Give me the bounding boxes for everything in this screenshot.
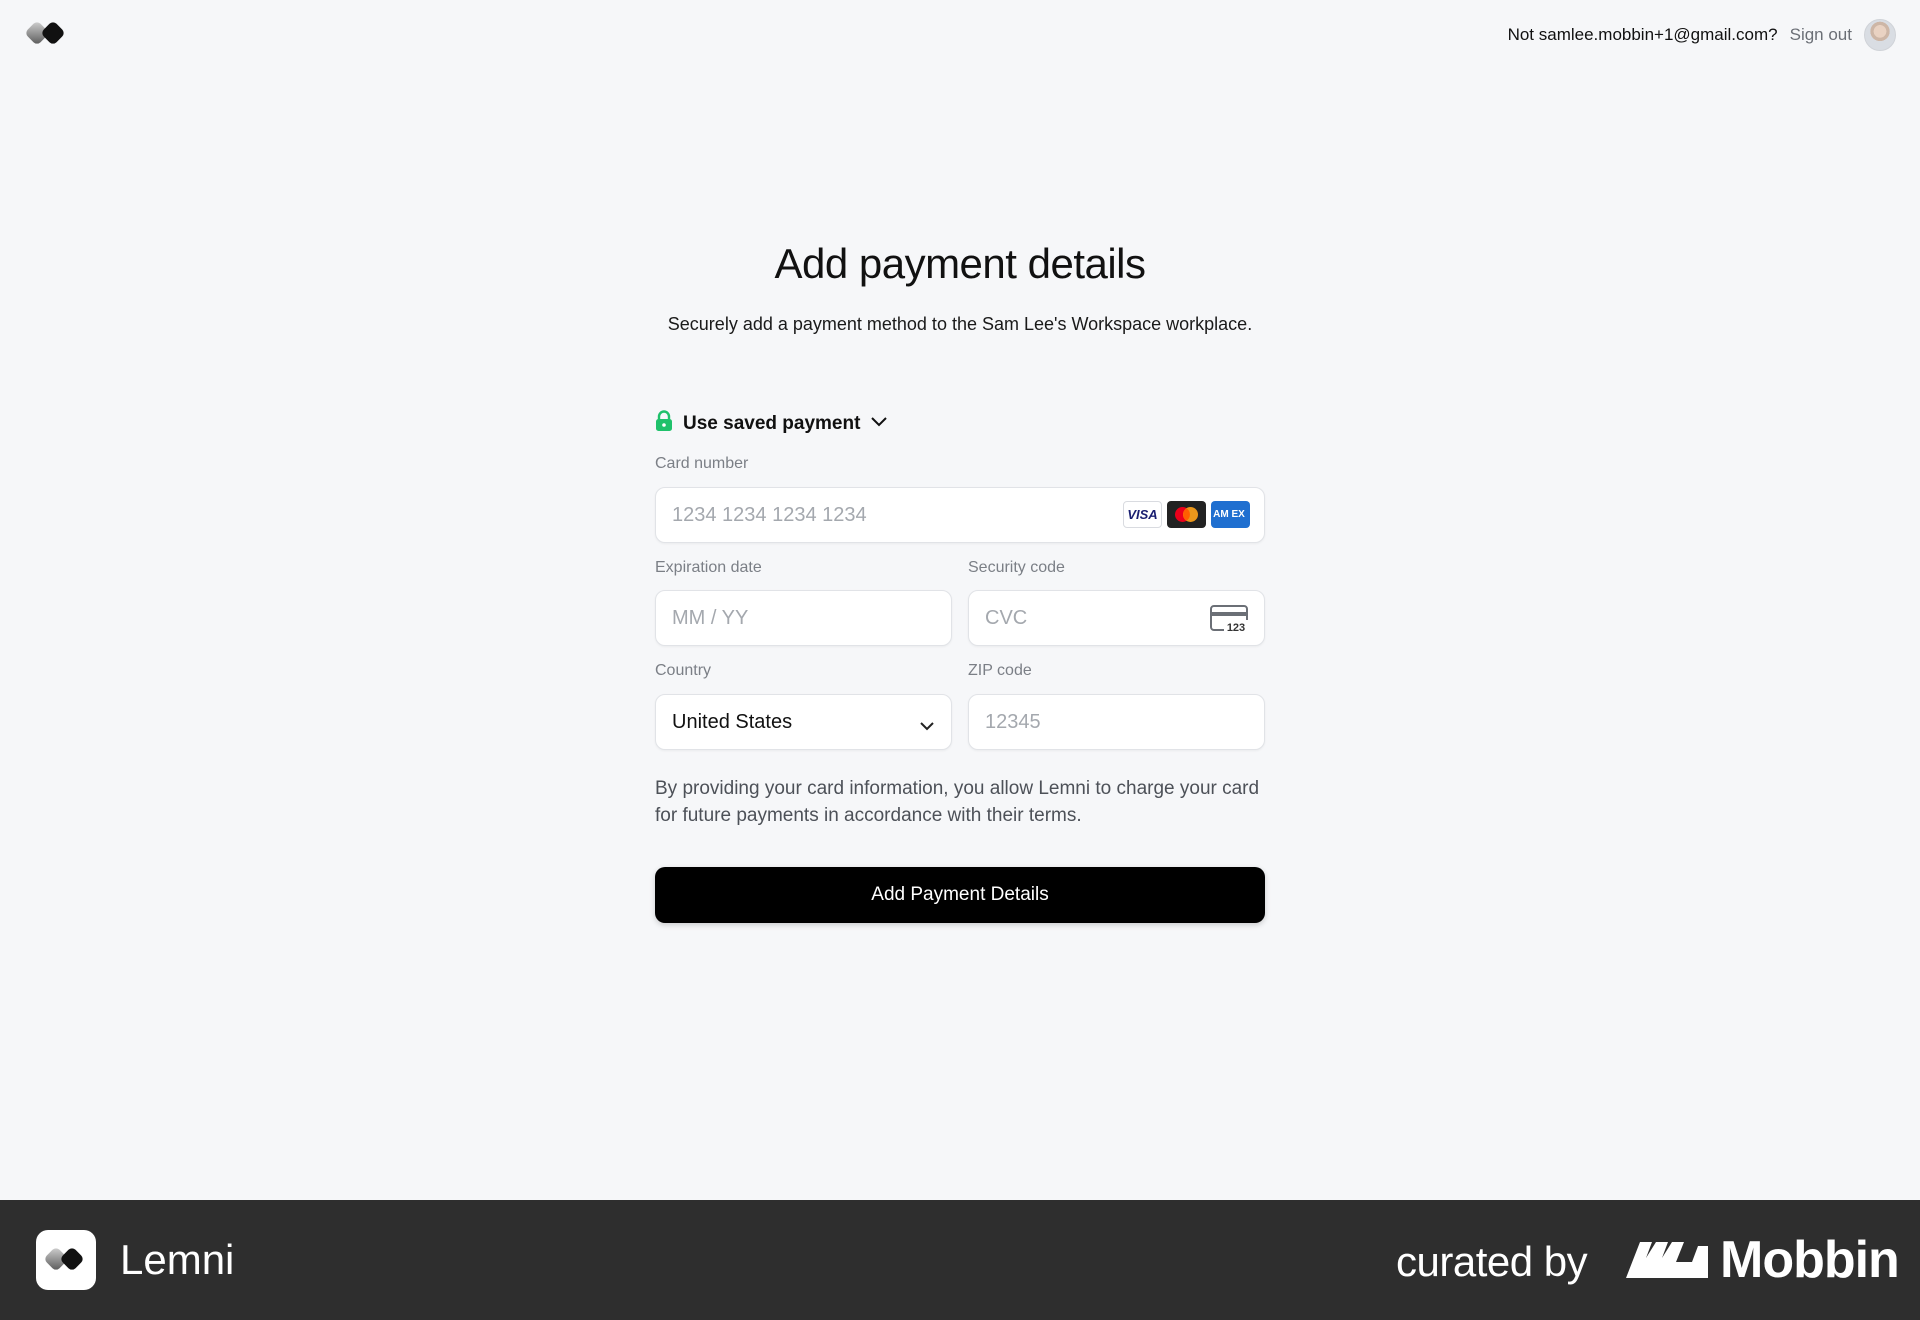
expiration-placeholder: MM / YY <box>672 606 749 629</box>
security-code-label: Security code <box>968 559 1065 576</box>
country-label: Country <box>655 662 712 679</box>
lemni-app-icon <box>36 1230 96 1290</box>
avatar[interactable] <box>1864 19 1896 51</box>
cvc-card-icon: 123 <box>1210 604 1250 640</box>
use-saved-payment-label: Use saved payment <box>683 412 861 434</box>
security-code-input[interactable]: CVC 123 <box>968 590 1265 646</box>
page-subtitle: Securely add a payment method to the Sam… <box>667 314 1253 334</box>
zip-code-input[interactable]: 12345 <box>968 694 1265 750</box>
footer-banner: Lemni curated by Mobbin <box>0 1200 1920 1320</box>
lemni-logo-icon[interactable] <box>24 18 70 50</box>
zip-code-label: ZIP code <box>968 662 1032 679</box>
account-area: Not samlee.mobbin+1@gmail.com? Sign out <box>1508 18 1896 52</box>
card-brand-logos: VISA AM EX <box>1123 501 1250 528</box>
visa-icon: VISA <box>1123 501 1162 528</box>
page-title: Add payment details <box>774 240 1146 287</box>
chevron-down-icon <box>870 415 888 433</box>
amex-icon: AM EX <box>1211 501 1250 528</box>
top-bar: Not samlee.mobbin+1@gmail.com? Sign out <box>0 0 1920 70</box>
country-select[interactable]: United States <box>655 694 952 750</box>
use-saved-payment-toggle[interactable]: Use saved payment <box>655 410 888 437</box>
payment-form: Add payment details Securely add a payme… <box>655 240 1265 923</box>
sign-out-link[interactable]: Sign out <box>1790 25 1852 45</box>
expiration-label: Expiration date <box>655 559 762 576</box>
security-code-placeholder: CVC <box>985 606 1028 629</box>
card-number-placeholder: 1234 1234 1234 1234 <box>672 503 867 526</box>
cvc-icon-text: 123 <box>1227 622 1245 634</box>
chevron-down-icon <box>919 715 935 738</box>
footer-brand-name: Lemni <box>120 1236 235 1283</box>
card-number-input[interactable]: 1234 1234 1234 1234 VISA AM EX <box>655 487 1265 543</box>
account-email-text: Not samlee.mobbin+1@gmail.com? <box>1507 25 1778 44</box>
mastercard-icon <box>1167 501 1206 528</box>
terms-text: By providing your card information, you … <box>655 778 1260 826</box>
mobbin-wordmark: Mobbin <box>1720 1231 1900 1289</box>
country-value: United States <box>672 710 793 733</box>
zip-code-placeholder: 12345 <box>985 710 1041 733</box>
mobbin-logo-icon <box>1626 1240 1708 1285</box>
lock-icon <box>655 410 673 437</box>
curated-by-text: curated by <box>1396 1238 1588 1285</box>
card-number-label: Card number <box>655 455 749 472</box>
expiration-input[interactable]: MM / YY <box>655 590 952 646</box>
add-payment-details-button[interactable]: Add Payment Details <box>655 867 1265 923</box>
